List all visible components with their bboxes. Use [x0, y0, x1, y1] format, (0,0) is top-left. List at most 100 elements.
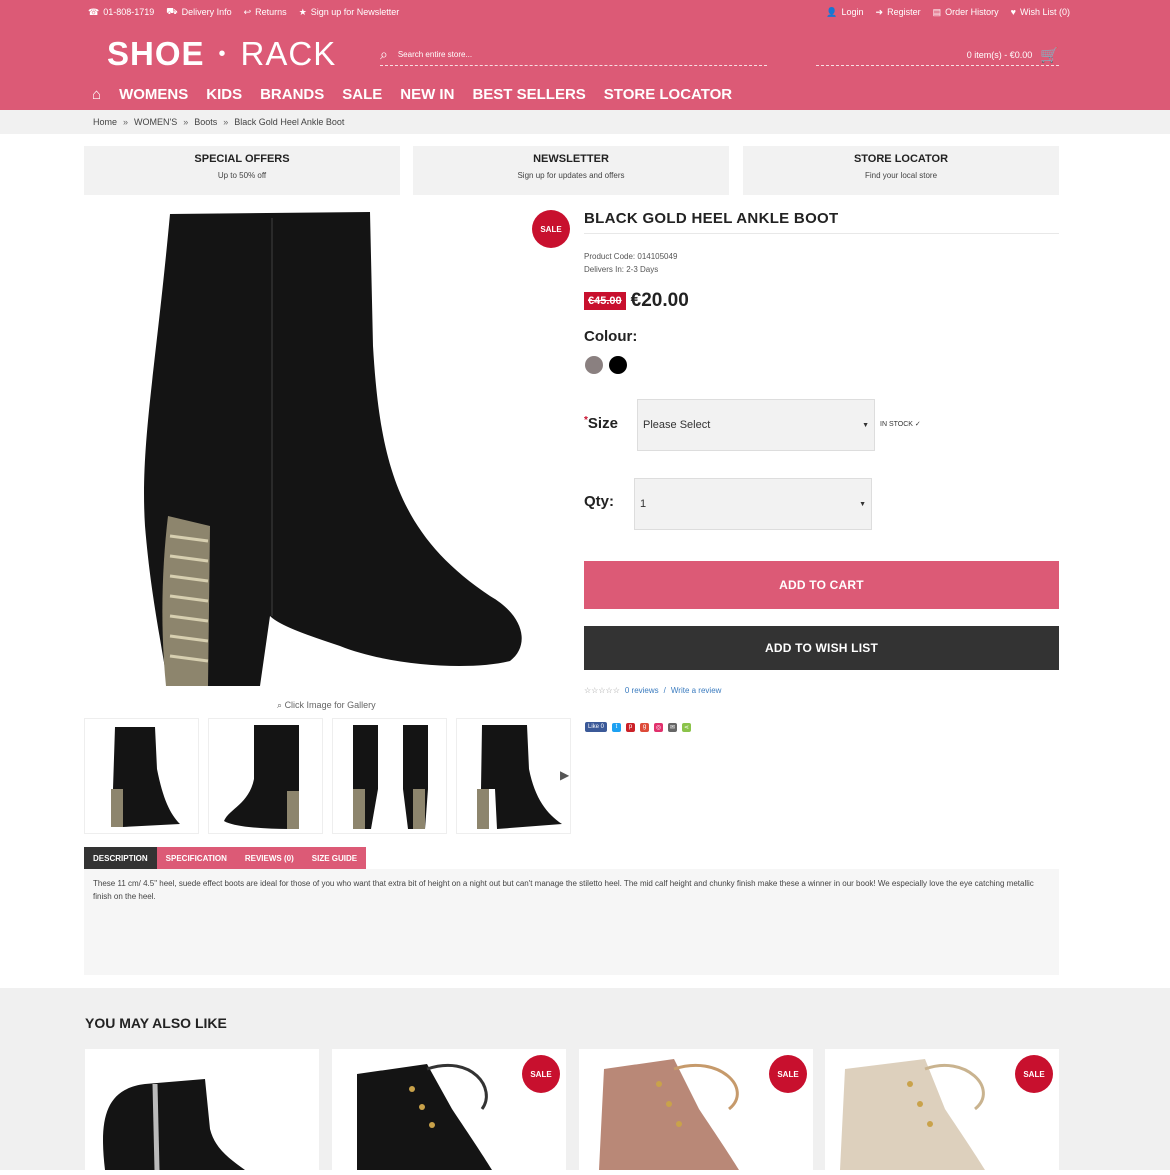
search-icon[interactable]: ⌕ [380, 46, 388, 63]
logo-part-shoe: SHOE [107, 35, 205, 72]
returns-link[interactable]: ↩ Returns [244, 7, 287, 18]
write-review-link[interactable]: Write a review [671, 686, 722, 695]
tab-specification[interactable]: SPECIFICATION [156, 847, 236, 869]
nav-best-sellers[interactable]: BEST SELLERS [472, 86, 585, 103]
promo-newsletter[interactable]: NEWSLETTER Sign up for updates and offer… [413, 146, 729, 195]
colour-swatch-grey[interactable] [585, 356, 603, 374]
email-icon[interactable]: ✉ [668, 722, 678, 732]
breadcrumb-boots[interactable]: Boots [194, 117, 217, 127]
also-like-title: YOU MAY ALSO LIKE [85, 1015, 227, 1031]
old-price: €45.00 [584, 292, 626, 310]
wish-list-link[interactable]: ♥ Wish List (0) [1011, 7, 1070, 17]
size-label: *Size [584, 415, 618, 432]
logo-separator: • [218, 42, 227, 65]
nav-store-locator[interactable]: STORE LOCATOR [604, 86, 732, 103]
gallery-hint[interactable]: ⌕ Click Image for Gallery [277, 700, 376, 711]
breadcrumb-womens[interactable]: WOMEN'S [134, 117, 177, 127]
search-input[interactable] [397, 50, 698, 59]
share-icon[interactable]: ⋖ [682, 722, 692, 732]
social-share: Like 0 t p g ◎ ✉ ⋖ [585, 722, 692, 732]
qty-select[interactable]: 1 ▼ [634, 478, 872, 530]
tab-description[interactable]: DESCRIPTION [84, 847, 157, 869]
boot-thumbnail-image [477, 725, 562, 829]
qty-label: Qty: [584, 493, 614, 510]
nav-sale[interactable]: SALE [342, 86, 382, 103]
nav-womens[interactable]: WOMENS [119, 86, 188, 103]
chevron-down-icon: ▼ [862, 421, 869, 429]
reviews-row: ☆☆☆☆☆ 0 reviews / Write a review [584, 686, 721, 695]
stock-status: IN STOCK ✓ [880, 421, 921, 428]
delivery-info-link[interactable]: ⛟ Delivery Info [166, 6, 231, 18]
facebook-like-button[interactable]: Like 0 [585, 722, 608, 732]
heart-icon: ♥ [1010, 7, 1016, 17]
login-label: Login [841, 7, 864, 17]
boot-thumbnail-image [224, 725, 299, 829]
instagram-icon[interactable]: ◎ [654, 722, 664, 732]
boot-thumbnail-image [111, 727, 180, 827]
tab-size-guide[interactable]: SIZE GUIDE [302, 847, 367, 869]
tab-reviews[interactable]: REVIEWS (0) [235, 847, 303, 869]
breadcrumb-current: Black Gold Heel Ankle Boot [234, 117, 345, 127]
phone-number: 01-808-1719 [103, 7, 155, 17]
delivery-info-label: Delivery Info [181, 7, 232, 17]
reviews-separator: / [663, 686, 666, 695]
logo-part-rack: RACK [240, 35, 337, 72]
newsletter-link[interactable]: ★ Sign up for Newsletter [299, 7, 400, 18]
thumbnail-carousel: ◀ ▶ [84, 718, 574, 834]
product-card[interactable] [85, 1049, 319, 1171]
search-bar: ⌕ [380, 44, 767, 66]
thumbnail[interactable] [456, 718, 571, 834]
thumbnail[interactable] [208, 718, 323, 834]
product-card[interactable]: SALE [579, 1049, 813, 1170]
twitter-icon[interactable]: t [612, 722, 622, 732]
nav-kids[interactable]: KIDS [206, 86, 242, 103]
login-link[interactable]: 👤 Login [826, 7, 863, 18]
main-product-image[interactable] [130, 206, 530, 696]
size-select-value: Please Select [643, 419, 711, 431]
promo-store-locator[interactable]: STORE LOCATOR Find your local store [743, 146, 1059, 195]
product-card[interactable]: SALE [825, 1049, 1059, 1170]
colour-swatch-black[interactable] [609, 356, 627, 374]
zoom-icon: ⌕ [277, 700, 283, 710]
cart-summary[interactable]: 0 item(s) - €0.00 🛒 [816, 44, 1059, 66]
product-tabs: DESCRIPTION SPECIFICATION REVIEWS (0) SI… [84, 847, 367, 869]
breadcrumb-home[interactable]: Home [93, 117, 117, 127]
pinterest-icon[interactable]: p [626, 722, 636, 732]
register-link[interactable]: ➜ Register [876, 7, 921, 18]
nav-new-in[interactable]: NEW IN [400, 86, 454, 103]
header: ☎ 01-808-1719 ⛟ Delivery Info ↩ Returns ★ Si… [0, 0, 1170, 110]
add-to-wishlist-button[interactable]: ADD TO WISH LIST [584, 626, 1059, 670]
size-select[interactable]: Please Select ▼ [637, 399, 875, 451]
thumbnail[interactable] [332, 718, 447, 834]
thumbnail[interactable] [84, 718, 199, 834]
promo-title: SPECIAL OFFERS [194, 153, 290, 165]
colour-label: Colour: [584, 328, 638, 345]
phone-icon: ☎ [88, 6, 100, 17]
sale-badge: SALE [1015, 1055, 1053, 1093]
top-bar: ☎ 01-808-1719 ⛟ Delivery Info ↩ Returns ★ Si… [88, 5, 1070, 19]
chevron-down-icon: ▼ [859, 500, 866, 508]
reviews-link[interactable]: 0 reviews [625, 686, 659, 695]
sale-badge: SALE [522, 1055, 560, 1093]
carousel-next-icon[interactable]: ▶ [560, 768, 569, 782]
promo-title: STORE LOCATOR [853, 153, 949, 165]
cart-label: 0 item(s) - €0.00 [966, 49, 1033, 60]
arrow-right-icon: ➜ [875, 6, 884, 17]
breadcrumb: Home » WOMEN'S » Boots » Black Gold Heel… [0, 110, 1170, 134]
add-to-cart-button[interactable]: ADD TO CART [584, 561, 1059, 609]
promo-subtitle: Sign up for updates and offers [517, 171, 625, 180]
gallery-hint-label: Click Image for Gallery [284, 700, 376, 710]
order-history-label: Order History [945, 7, 999, 17]
newsletter-label: Sign up for Newsletter [310, 7, 400, 17]
nav-brands[interactable]: BRANDS [260, 86, 324, 103]
google-plus-icon[interactable]: g [640, 722, 650, 732]
promo-special-offers[interactable]: SPECIAL OFFERS Up to 50% off [84, 146, 400, 195]
returns-label: Returns [255, 7, 287, 17]
logo[interactable]: SHOE • RACK [107, 35, 336, 73]
product-title: BLACK GOLD HEEL ANKLE BOOT [584, 210, 1059, 234]
order-history-link[interactable]: ▤ Order History [933, 7, 999, 18]
delivery-time: Delivers In: 2-3 Days [584, 265, 659, 274]
home-icon[interactable]: ⌂ [92, 86, 101, 103]
product-card[interactable]: SALE [332, 1049, 566, 1170]
phone-link[interactable]: ☎ 01-808-1719 [88, 7, 154, 18]
